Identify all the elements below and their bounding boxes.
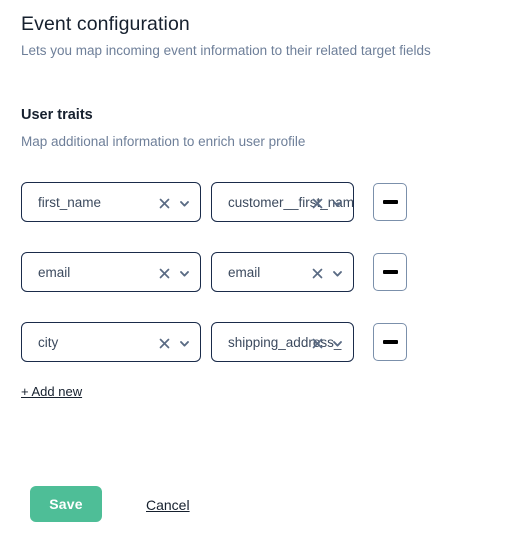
event-configuration-page: Event configuration Lets you map incomin… [0, 0, 514, 539]
section-title-user-traits: User traits [21, 107, 93, 123]
source-field-icons [158, 323, 191, 361]
section-subtitle-user-traits: Map additional information to enrich use… [21, 134, 306, 149]
source-field-icons [158, 253, 191, 291]
source-field-select[interactable]: email [21, 252, 201, 292]
close-icon[interactable] [311, 197, 324, 210]
close-icon[interactable] [158, 267, 171, 280]
source-field-select[interactable]: first_name [21, 182, 201, 222]
close-icon[interactable] [158, 337, 171, 350]
source-field-value: email [38, 265, 71, 280]
remove-mapping-button[interactable] [373, 253, 407, 291]
minus-icon [382, 340, 398, 344]
target-field-value: email [228, 265, 261, 280]
page-title: Event configuration [21, 13, 190, 35]
source-field-value: city [38, 335, 59, 350]
page-subtitle: Lets you map incoming event information … [21, 43, 431, 58]
minus-icon [382, 270, 398, 274]
chevron-down-icon[interactable] [178, 337, 191, 350]
add-new-mapping-link[interactable]: + Add new [21, 383, 82, 400]
chevron-down-icon[interactable] [331, 267, 344, 280]
target-field-icons [311, 323, 344, 361]
close-icon[interactable] [311, 337, 324, 350]
chevron-down-icon[interactable] [331, 337, 344, 350]
chevron-down-icon[interactable] [331, 197, 344, 210]
remove-mapping-button[interactable] [373, 183, 407, 221]
target-field-icons [311, 253, 344, 291]
chevron-down-icon[interactable] [178, 197, 191, 210]
target-field-select[interactable]: shipping_address_ [211, 322, 354, 362]
mapping-rows: first_name customer__first_nam email ema… [0, 182, 514, 392]
mapping-row: email email [0, 252, 514, 292]
chevron-down-icon[interactable] [178, 267, 191, 280]
target-field-icons [311, 183, 344, 221]
target-field-select[interactable]: email [211, 252, 354, 292]
cancel-link[interactable]: Cancel [146, 496, 190, 514]
minus-icon [382, 200, 398, 204]
save-button[interactable]: Save [30, 486, 102, 522]
source-field-value: first_name [38, 195, 102, 210]
source-field-select[interactable]: city [21, 322, 201, 362]
remove-mapping-button[interactable] [373, 323, 407, 361]
target-field-select[interactable]: customer__first_nam [211, 182, 354, 222]
close-icon[interactable] [158, 197, 171, 210]
mapping-row: city shipping_address_ [0, 322, 514, 362]
mapping-row: first_name customer__first_nam [0, 182, 514, 222]
source-field-icons [158, 183, 191, 221]
close-icon[interactable] [311, 267, 324, 280]
